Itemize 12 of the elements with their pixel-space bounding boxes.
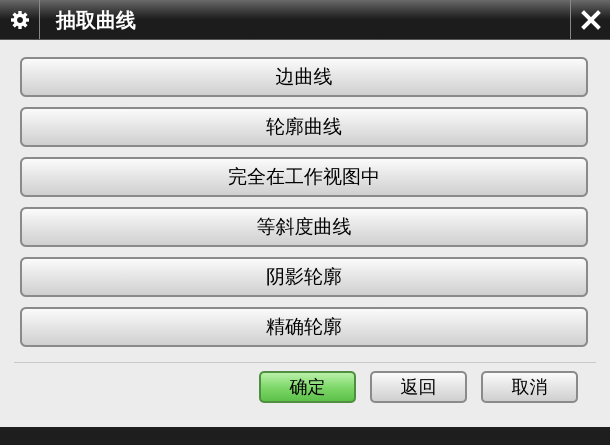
option-button[interactable]: 精确轮廓 [20, 307, 588, 347]
ok-button[interactable]: 确定 [259, 371, 356, 403]
option-button[interactable]: 完全在工作视图中 [20, 157, 588, 197]
option-button[interactable]: 等斜度曲线 [20, 207, 588, 247]
settings-icon[interactable] [10, 10, 30, 30]
dialog-button[interactable]: 返回 [370, 371, 467, 403]
option-button[interactable]: 边曲线 [20, 57, 588, 97]
option-button[interactable]: 阴影轮廓 [20, 257, 588, 297]
option-button[interactable]: 轮廓曲线 [20, 107, 588, 147]
window-title: 抽取曲线 [56, 6, 137, 34]
close-icon[interactable] [580, 10, 600, 30]
dialog-button[interactable]: 取消 [481, 371, 578, 403]
